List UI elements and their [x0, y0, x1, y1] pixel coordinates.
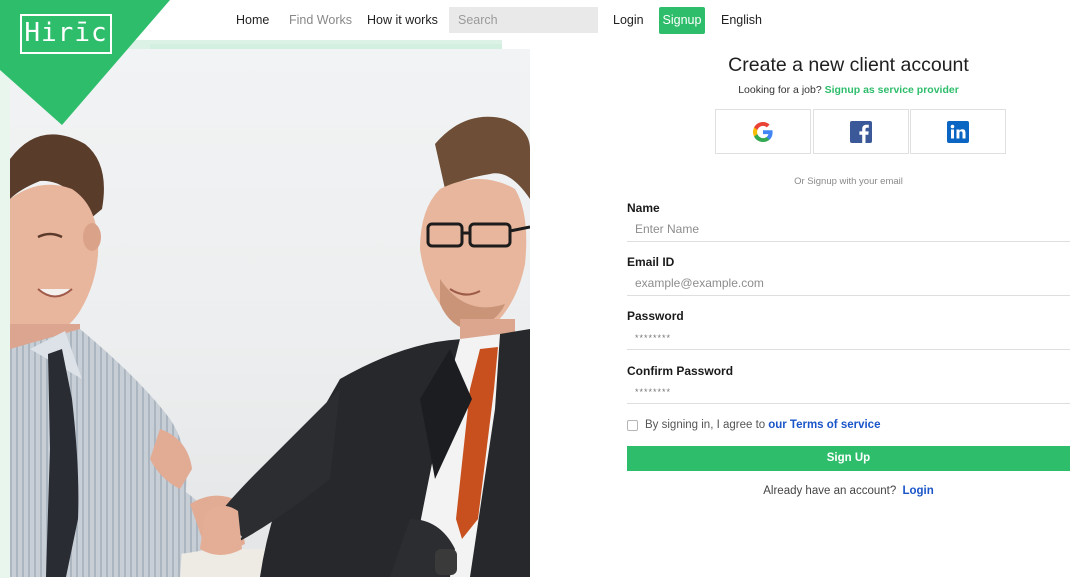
nav-how-it-works-link[interactable]: How it works — [367, 13, 438, 27]
password-label: Password — [627, 309, 684, 323]
language-selector[interactable]: English — [721, 13, 762, 27]
facebook-signup-button[interactable] — [813, 109, 909, 154]
confirm-password-field[interactable] — [627, 378, 1070, 404]
search-input[interactable] — [449, 7, 598, 33]
facebook-icon — [850, 120, 872, 143]
sign-up-button[interactable]: Sign Up — [627, 446, 1070, 471]
email-label: Email ID — [627, 255, 675, 269]
subtitle-prefix: Looking for a job? — [738, 84, 822, 96]
terms-row: By signing in, I agree to our Terms of s… — [627, 418, 880, 432]
terms-text: By signing in, I agree to — [645, 419, 766, 431]
email-field[interactable] — [627, 270, 1070, 296]
logo[interactable]: Hirīc — [20, 14, 112, 54]
google-icon — [753, 121, 773, 142]
nav-login-link[interactable]: Login — [613, 13, 644, 27]
linkedin-icon — [947, 120, 969, 143]
name-label: Name — [627, 201, 660, 215]
right-person — [200, 116, 530, 577]
password-field[interactable] — [627, 324, 1070, 350]
terms-of-service-link[interactable]: our Terms of service — [768, 419, 880, 431]
service-provider-signup-link[interactable]: Signup as service provider — [825, 84, 959, 96]
login-link[interactable]: Login — [902, 485, 933, 497]
nav-home-link[interactable]: Home — [236, 13, 269, 27]
handshake-illustration — [10, 116, 530, 577]
confirm-password-label: Confirm Password — [627, 364, 734, 378]
linkedin-signup-button[interactable] — [910, 109, 1006, 154]
login-prompt-text: Already have an account? — [763, 485, 897, 497]
email-signup-divider: Or Signup with your email — [794, 176, 903, 187]
hero-left-border — [0, 49, 10, 578]
nav-find-works-link[interactable]: Find Works — [289, 13, 352, 27]
page-title: Create a new client account — [728, 54, 969, 76]
google-signup-button[interactable] — [715, 109, 811, 154]
login-prompt: Already have an account? Login — [627, 485, 1070, 497]
hero-image — [10, 49, 530, 577]
name-field[interactable] — [627, 216, 1070, 242]
terms-checkbox[interactable] — [627, 419, 638, 431]
nav-signup-button[interactable]: Signup — [659, 7, 705, 34]
subtitle: Looking for a job? Signup as service pro… — [627, 84, 1070, 96]
